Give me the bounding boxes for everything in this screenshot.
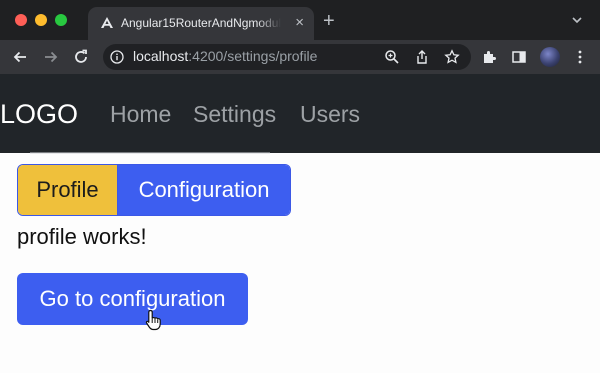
tab-title: Angular15RouterAndNgmodule: [121, 16, 281, 30]
profile-message: profile works!: [17, 224, 147, 249]
logo[interactable]: LOGO: [0, 99, 78, 129]
sidebar-icon[interactable]: [511, 49, 527, 65]
hand-cursor-icon: [145, 309, 161, 331]
new-tab-button[interactable]: +: [323, 11, 335, 31]
minimize-window-button[interactable]: [35, 14, 47, 26]
go-to-configuration-button[interactable]: Go to configuration: [17, 273, 248, 325]
nav-link-settings[interactable]: Settings: [193, 101, 276, 127]
url-host: localhost: [133, 48, 189, 64]
browser-tab[interactable]: Angular15RouterAndNgmodule ×: [88, 7, 314, 40]
url-text: localhost:4200/settings/profile: [133, 48, 317, 64]
tab-close-icon[interactable]: ×: [295, 15, 304, 30]
angular-favicon: [101, 17, 113, 28]
info-icon[interactable]: [110, 50, 124, 64]
profile-avatar[interactable]: [540, 47, 560, 67]
maximize-window-button[interactable]: [55, 14, 67, 26]
browser-titlebar: Angular15RouterAndNgmodule × +: [0, 0, 600, 40]
share-icon[interactable]: [414, 49, 430, 65]
bookmark-star-icon[interactable]: [444, 49, 460, 65]
nav-link-home[interactable]: Home: [110, 101, 171, 127]
url-path: :4200/settings/profile: [188, 48, 318, 64]
extensions-icon[interactable]: [481, 49, 497, 65]
back-icon[interactable]: [10, 47, 30, 67]
settings-tab-group: Profile Configuration: [17, 164, 291, 216]
forward-icon[interactable]: [41, 47, 61, 67]
navbar-divider: [30, 152, 270, 154]
tab-search-icon[interactable]: [570, 13, 584, 27]
tab-profile[interactable]: Profile: [18, 165, 118, 215]
nav-link-users[interactable]: Users: [300, 101, 360, 127]
zoom-icon[interactable]: [384, 49, 400, 65]
reload-icon[interactable]: [71, 47, 91, 67]
more-menu-icon[interactable]: [572, 49, 588, 65]
close-window-button[interactable]: [15, 14, 27, 26]
tab-configuration[interactable]: Configuration: [118, 165, 290, 215]
